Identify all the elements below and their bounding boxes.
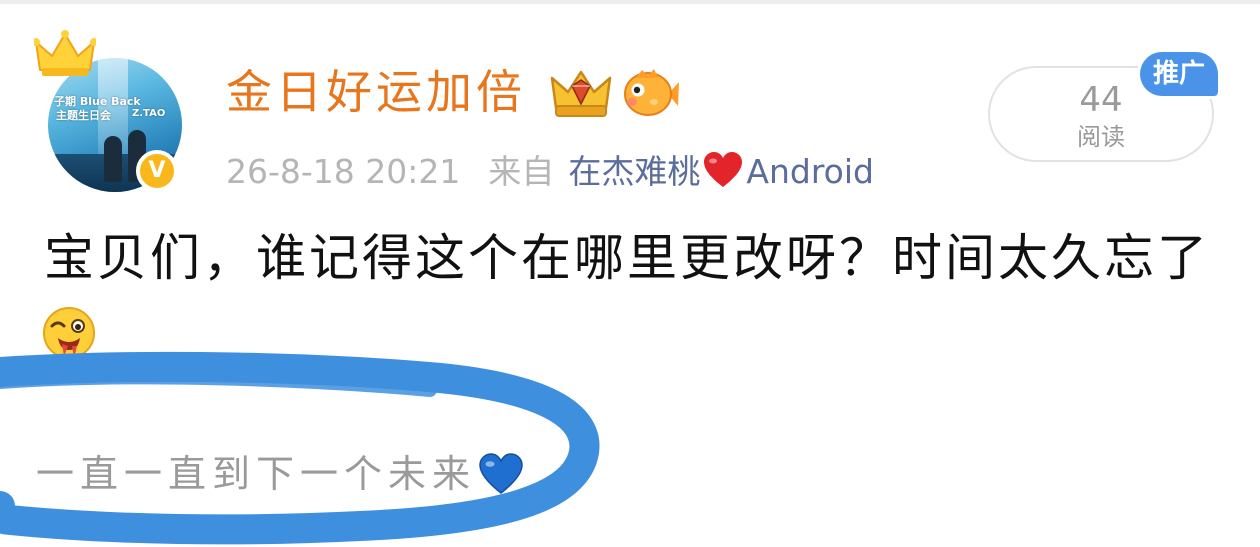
avatar-caption: 子期 Blue Back [54,95,141,108]
avatar-figure [104,136,122,182]
source-link[interactable]: 在杰难桃 [568,152,700,191]
heart-icon [704,152,743,187]
read-label: 阅读 [1077,123,1125,151]
drool-emoji-icon [43,307,95,359]
avatar-caption: Z.TAO [132,108,166,119]
crown-icon [34,30,96,76]
avatar-caption: 主题生日会 [56,109,111,122]
verified-badge: V [136,150,178,192]
promo-tag: 推广 [1140,52,1218,96]
post-time: 26-8-18 20:21 [226,152,461,191]
annotation-text: 一直一直到下一个未来 [36,448,524,500]
username[interactable]: 金日好运加倍 [226,62,526,122]
blue-heart-icon [479,453,523,494]
annotation-label: 一直一直到下一个未来 [36,452,477,496]
post-text: 宝贝们，谁记得这个在哪里更改呀？时间太久忘了 [44,229,1210,287]
vip-crown-icon[interactable] [548,68,614,120]
source-device[interactable]: Android [746,152,874,191]
post-meta: 26-8-18 20:21 来自 在杰难桃 Android [226,148,874,196]
from-label: 来自 [488,152,555,191]
top-divider [0,0,1260,4]
fish-icon[interactable] [622,68,680,120]
